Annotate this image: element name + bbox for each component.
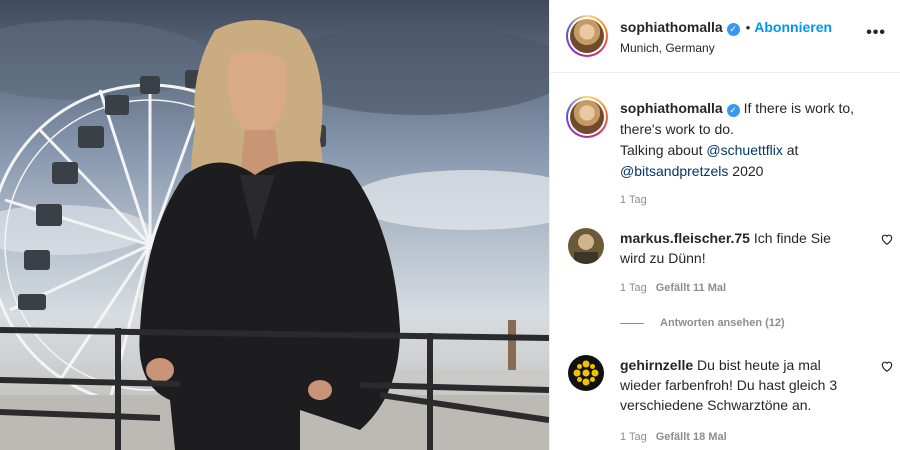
comment-item: markus.fleischer.75 Ich finde Sie wird z… (566, 228, 893, 294)
comment-text: gehirnzelle Du bist heute ja mal wieder … (620, 355, 856, 415)
post-header: sophiathomalla ✓ • Abonnieren Munich, Germa… (550, 0, 900, 73)
post-sidebar: sophiathomalla ✓ • Abonnieren Munich, Germa… (549, 0, 900, 450)
post-caption: sophiathomalla ✓ If there is work to, the… (566, 96, 886, 206)
comment-text: markus.fleischer.75 Ich finde Sie wird z… (620, 228, 856, 268)
commenter-avatar[interactable] (568, 355, 604, 391)
post-photo (0, 0, 549, 450)
comment-meta: 1 Tag Gefällt 18 Mal (620, 431, 886, 443)
separator-dot: • (745, 20, 751, 35)
mention-link-bitsandpretzels[interactable]: @bitsandpretzels (620, 163, 728, 179)
caption-body-3: at (782, 142, 799, 158)
post-location[interactable]: Munich, Germany (620, 41, 715, 55)
comment-likes[interactable]: Gefällt 11 Mal (656, 282, 726, 294)
photo-scene (0, 20, 549, 450)
comment-timestamp: 1 Tag (620, 431, 647, 443)
caption-timestamp: 1 Tag (620, 194, 647, 206)
view-replies-button[interactable]: Antworten ansehen (12) (620, 317, 785, 329)
caption-text: sophiathomalla ✓ If there is work to, the… (620, 96, 886, 182)
author-avatar[interactable] (566, 15, 608, 57)
commenter-username[interactable]: markus.fleischer.75 (620, 230, 750, 246)
comment-meta: 1 Tag Gefällt 11 Mal (620, 282, 886, 294)
like-heart-icon[interactable] (880, 232, 894, 246)
view-replies-label: Antworten ansehen (12) (660, 317, 785, 329)
commenter-avatar[interactable] (568, 228, 604, 264)
comment-likes[interactable]: Gefällt 18 Mal (656, 431, 727, 443)
verified-badge-icon: ✓ (726, 104, 740, 117)
follow-button[interactable]: Abonnieren (754, 19, 832, 35)
mention-link-schuettflix[interactable]: @schuettflix (706, 142, 782, 158)
commenter-username[interactable]: gehirnzelle (620, 357, 693, 373)
author-username[interactable]: sophiathomalla (620, 19, 723, 35)
caption-body-2: Talking about (620, 142, 707, 158)
more-options-icon[interactable]: ••• (866, 24, 886, 42)
author-line: sophiathomalla ✓ • Abonnieren (620, 19, 832, 36)
comment-timestamp: 1 Tag (620, 282, 647, 294)
replies-line (620, 322, 644, 324)
verified-badge-icon: ✓ (726, 23, 740, 36)
like-heart-icon[interactable] (880, 359, 894, 373)
caption-author-username[interactable]: sophiathomalla (620, 100, 723, 116)
comment-item: gehirnzelle Du bist heute ja mal wieder … (566, 355, 893, 443)
caption-author-avatar[interactable] (566, 96, 608, 138)
caption-body-4: 2020 (728, 163, 764, 179)
